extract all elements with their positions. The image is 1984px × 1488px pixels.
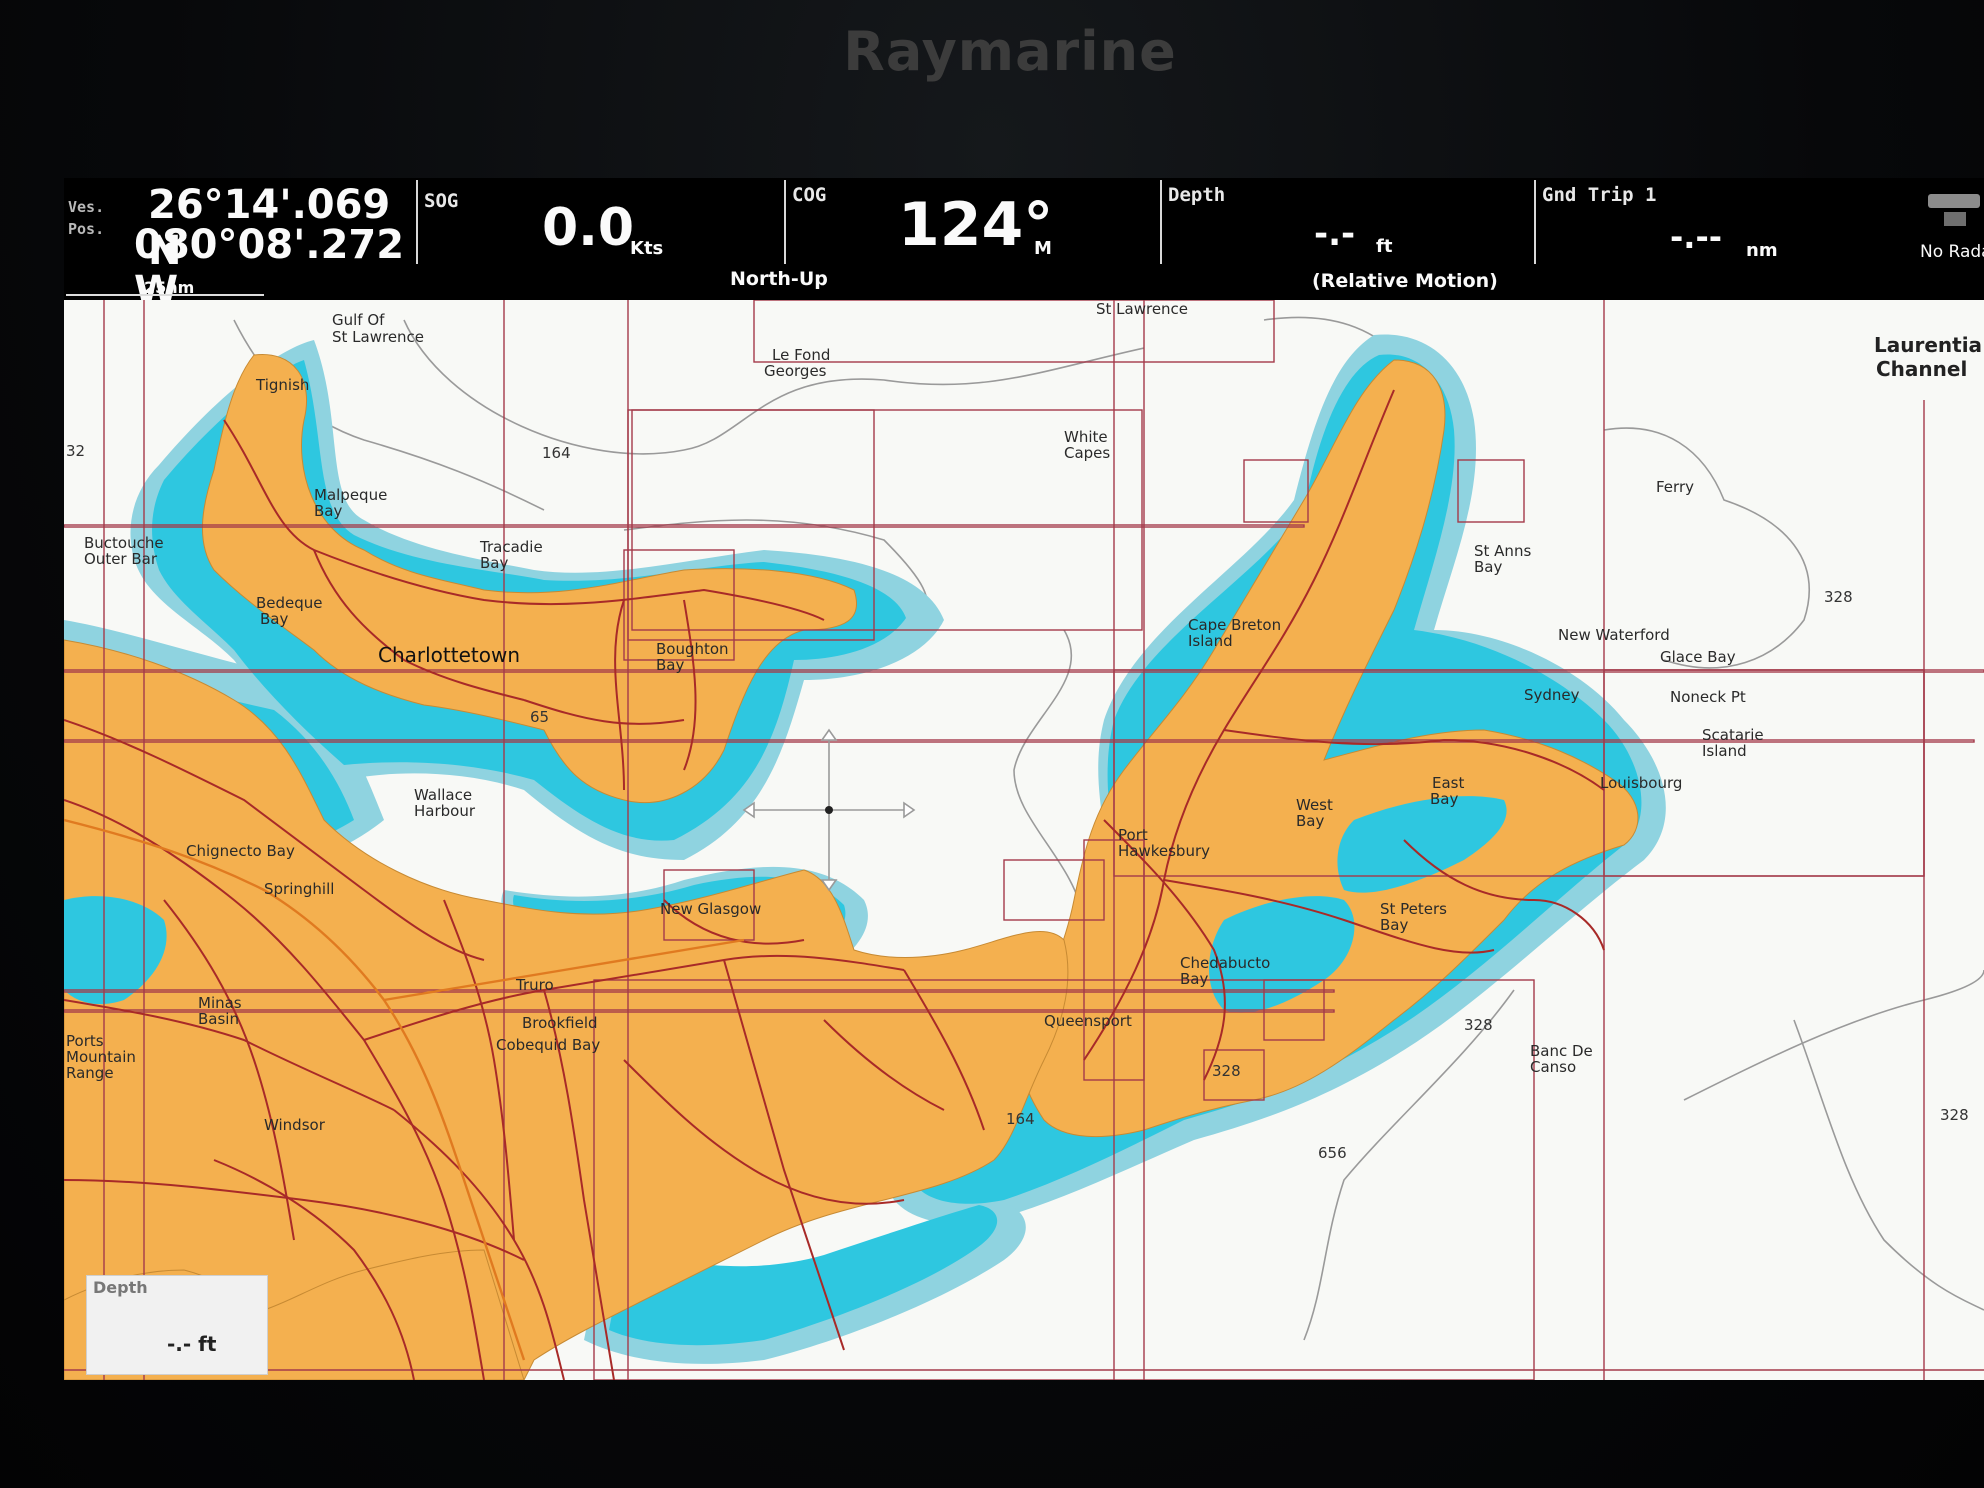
separator [416, 180, 418, 264]
label-wallace-harbour-2: Harbour [414, 802, 476, 820]
label-port-hawkesbury-2: Hawkesbury [1118, 842, 1210, 860]
label-banc-de-canso-2: Canso [1530, 1058, 1576, 1076]
radar-icon [1928, 194, 1980, 208]
depth-656: 656 [1318, 1144, 1347, 1162]
trip-label: Gnd Trip 1 [1542, 184, 1657, 206]
label-springhill: Springhill [264, 880, 334, 898]
motion-mode[interactable]: (Relative Motion) [1312, 270, 1498, 292]
label-laurentian-channel: Laurentia [1874, 333, 1982, 357]
depth-328-b: 328 [1464, 1016, 1493, 1034]
depth-label: Depth [1168, 184, 1226, 206]
label-minas-basin-2: Basin [198, 1010, 239, 1028]
label-buctouche-2: Outer Bar [84, 550, 158, 568]
separator [784, 180, 786, 264]
data-bar: Ves. Pos. 26°14'.069 N 080°08'.272 W 25n… [64, 178, 1984, 314]
label-boughton-bay-2: Bay [656, 656, 684, 674]
label-noneck-pt: Noneck Pt [1670, 688, 1746, 706]
separator [1534, 180, 1536, 264]
label-tracadie-bay-2: Bay [480, 554, 508, 572]
depth-32: 32 [66, 442, 85, 460]
sog-label: SOG [424, 190, 459, 212]
sog-cell[interactable]: SOG 0.0 Kts [420, 178, 840, 278]
label-new-glasgow: New Glasgow [660, 900, 761, 918]
chart-canvas[interactable]: Gulf Of St Lawrence Le Fond Georges St L… [64, 300, 1984, 1380]
label-brookfield: Brookfield [522, 1014, 598, 1032]
sog-unit: Kts [630, 238, 664, 259]
label-charlottetown: Charlottetown [378, 643, 520, 667]
label-le-fond-georges-2: Georges [764, 362, 827, 380]
radar-status-cell[interactable]: No Radar [1900, 178, 1984, 278]
scale-bar [66, 294, 264, 296]
label-truro: Truro [515, 976, 554, 994]
radar-status: No Radar [1920, 242, 1984, 262]
orientation-mode[interactable]: North-Up [730, 268, 828, 290]
label-st-peters-bay-2: Bay [1380, 916, 1408, 934]
chart-plotter-screen: Ves. Pos. 26°14'.069 N 080°08'.272 W 25n… [64, 178, 1984, 1380]
vessel-position-cell[interactable]: Ves. Pos. 26°14'.069 N 080°08'.272 W 25n… [64, 178, 409, 314]
depth-overlay-label: Depth [93, 1278, 148, 1297]
depth-cell[interactable]: Depth -.- ft (Relative Motion) [1164, 178, 1544, 292]
label-new-waterford: New Waterford [1558, 626, 1670, 644]
depth-328-a: 328 [1824, 588, 1853, 606]
label-gulf-of-st-lawrence: Gulf Of [332, 311, 385, 329]
trip-cell[interactable]: Gnd Trip 1 -.-- nm [1538, 178, 1918, 278]
label-east-bay-2: Bay [1430, 790, 1458, 808]
cog-cell[interactable]: COG 124° M North-Up [730, 178, 1168, 290]
label-chedabucto-bay-2: Bay [1180, 970, 1208, 988]
label-white-capes-2: Capes [1064, 444, 1110, 462]
label-cape-breton-island-2: Island [1188, 632, 1233, 650]
separator [1160, 180, 1162, 264]
label-laurentian-channel-2: Channel [1876, 357, 1967, 381]
label-west-bay-2: Bay [1296, 812, 1324, 830]
label-scatarie-island-2: Island [1702, 742, 1747, 760]
label-tignish: Tignish [255, 376, 309, 394]
label-malpeque-bay-2: Bay [314, 502, 342, 520]
label-ports-mountain-3: Range [66, 1064, 114, 1082]
label-st-lawrence: St Lawrence [1096, 300, 1188, 318]
label-sydney: Sydney [1524, 686, 1580, 704]
depth-164-b: 164 [1006, 1110, 1035, 1128]
nautical-chart[interactable]: Gulf Of St Lawrence Le Fond Georges St L… [64, 300, 1984, 1380]
depth-164-a: 164 [542, 444, 571, 462]
cog-label: COG [792, 184, 827, 206]
cog-value: 124° [898, 190, 1054, 260]
label-gulf-of-st-lawrence-2: St Lawrence [332, 328, 424, 346]
position-label-1: Ves. [68, 198, 105, 216]
depth-value: -.- [1314, 214, 1356, 254]
label-louisbourg: Louisbourg [1600, 774, 1682, 792]
label-windsor: Windsor [264, 1116, 326, 1134]
brand-logo: Raymarine [843, 20, 1177, 83]
label-ferry: Ferry [1656, 478, 1694, 496]
label-chignecto-bay: Chignecto Bay [186, 842, 295, 860]
label-st-anns-bay-2: Bay [1474, 558, 1502, 576]
depth-328-c: 328 [1212, 1062, 1241, 1080]
label-glace-bay: Glace Bay [1660, 648, 1736, 666]
depth-overlay-value: -.- ft [167, 1332, 217, 1356]
label-queensport: Queensport [1044, 1012, 1132, 1030]
depth-overlay-box[interactable]: Depth -.- ft [86, 1275, 268, 1375]
position-label-2: Pos. [68, 220, 105, 238]
cog-unit: M [1034, 238, 1052, 259]
depth-328-d: 328 [1940, 1106, 1969, 1124]
radar-icon-base [1944, 212, 1966, 226]
trip-value: -.-- [1670, 218, 1722, 256]
label-cobequid-bay: Cobequid Bay [496, 1036, 600, 1054]
sog-value: 0.0 [542, 198, 635, 258]
label-bedeque-bay-2: Bay [260, 610, 288, 628]
depth-65: 65 [530, 708, 549, 726]
trip-unit: nm [1746, 240, 1778, 261]
depth-unit: ft [1376, 236, 1393, 257]
